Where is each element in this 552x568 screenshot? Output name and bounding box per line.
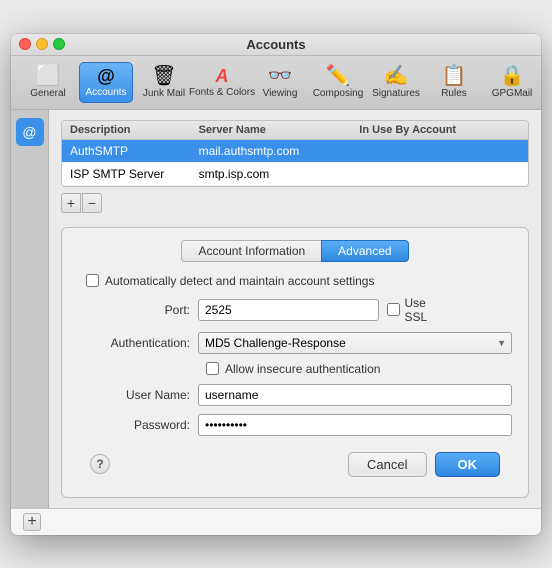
row-in-use bbox=[359, 144, 520, 158]
toolbar-item-rules[interactable]: 📋 Rules bbox=[427, 62, 481, 103]
col-in-use: In Use By Account bbox=[359, 124, 520, 136]
table-controls: + − bbox=[61, 193, 529, 213]
gpgmail-label: GPGMail bbox=[492, 88, 533, 99]
ok-button[interactable]: OK bbox=[435, 452, 501, 477]
titlebar: Accounts bbox=[11, 34, 541, 56]
table-header: Description Server Name In Use By Accoun… bbox=[62, 121, 528, 140]
minimize-button[interactable] bbox=[36, 38, 48, 50]
port-input[interactable] bbox=[198, 299, 379, 321]
toolbar-item-accounts[interactable]: @ Accounts bbox=[79, 62, 133, 103]
tab-advanced[interactable]: Advanced bbox=[321, 240, 408, 262]
add-bottom-button[interactable]: + bbox=[23, 513, 41, 531]
row-description: ISP SMTP Server bbox=[70, 167, 199, 181]
toolbar-item-signatures[interactable]: ✍️ Signatures bbox=[369, 62, 423, 103]
signatures-icon: ✍️ bbox=[384, 66, 409, 86]
bottom-bar: ? Cancel OK bbox=[78, 444, 512, 485]
traffic-lights bbox=[19, 38, 65, 50]
toolbar-item-junk-mail[interactable]: 🗑 Junk Mail bbox=[137, 62, 191, 103]
port-label: Port: bbox=[78, 303, 198, 317]
col-server-name: Server Name bbox=[199, 124, 360, 136]
tab-bar: Account Information Advanced bbox=[78, 240, 512, 262]
help-button[interactable]: ? bbox=[90, 454, 110, 474]
use-ssl-checkbox[interactable] bbox=[387, 303, 400, 316]
add-account-button[interactable]: + bbox=[61, 193, 81, 213]
row-in-use bbox=[359, 167, 520, 181]
rules-label: Rules bbox=[441, 88, 467, 99]
fonts-colors-label: Fonts & Colors bbox=[189, 87, 255, 98]
allow-insecure-row: Allow insecure authentication bbox=[78, 362, 512, 376]
general-icon: ⬜ bbox=[36, 66, 61, 86]
password-input[interactable] bbox=[198, 414, 512, 436]
remove-account-button[interactable]: − bbox=[82, 193, 102, 213]
toolbar-item-fonts-colors[interactable]: A Fonts & Colors bbox=[195, 63, 249, 102]
auto-detect-checkbox[interactable] bbox=[86, 274, 99, 287]
row-server: smtp.isp.com bbox=[199, 167, 360, 181]
username-label: User Name: bbox=[78, 388, 198, 402]
username-row: User Name: bbox=[78, 384, 512, 406]
viewing-label: Viewing bbox=[263, 88, 298, 99]
table-row[interactable]: ISP SMTP Server smtp.isp.com bbox=[62, 163, 528, 186]
accounts-table: Description Server Name In Use By Accoun… bbox=[61, 120, 529, 187]
table-body: AuthSMTP mail.authsmtp.com ISP SMTP Serv… bbox=[62, 140, 528, 186]
row-server: mail.authsmtp.com bbox=[199, 144, 360, 158]
accounts-label: Accounts bbox=[85, 87, 126, 98]
toolbar-item-viewing[interactable]: 👓 Viewing bbox=[253, 62, 307, 103]
table-row[interactable]: AuthSMTP mail.authsmtp.com bbox=[62, 140, 528, 163]
tab-account-information[interactable]: Account Information bbox=[181, 240, 321, 262]
gpgmail-icon: 🔒 bbox=[500, 66, 525, 86]
accounts-icon: @ bbox=[97, 67, 115, 85]
composing-label: Composing bbox=[313, 88, 364, 99]
action-buttons: Cancel OK bbox=[348, 452, 500, 477]
signatures-label: Signatures bbox=[372, 88, 420, 99]
password-label: Password: bbox=[78, 418, 198, 432]
maximize-button[interactable] bbox=[53, 38, 65, 50]
col-description: Description bbox=[70, 124, 199, 136]
row-description: AuthSMTP bbox=[70, 144, 199, 158]
toolbar-item-general[interactable]: ⬜ General bbox=[21, 62, 75, 103]
main-panel: Description Server Name In Use By Accoun… bbox=[49, 110, 541, 508]
rules-icon: 📋 bbox=[442, 66, 467, 86]
port-row: Port: Use SSL bbox=[78, 296, 512, 324]
viewing-icon: 👓 bbox=[268, 66, 293, 86]
auth-select[interactable]: None Password MD5 Challenge-Response NTL… bbox=[198, 332, 512, 354]
window-title: Accounts bbox=[246, 37, 305, 52]
username-input[interactable] bbox=[198, 384, 512, 406]
composing-icon: ✏️ bbox=[326, 66, 351, 86]
auto-detect-row: Automatically detect and maintain accoun… bbox=[78, 274, 512, 288]
port-control-group: Use SSL bbox=[198, 296, 439, 324]
auto-detect-label: Automatically detect and maintain accoun… bbox=[105, 274, 374, 288]
allow-insecure-checkbox[interactable] bbox=[206, 362, 219, 375]
auth-select-wrapper: None Password MD5 Challenge-Response NTL… bbox=[198, 332, 512, 354]
detail-panel: Account Information Advanced Automatical… bbox=[61, 227, 529, 498]
toolbar-item-composing[interactable]: ✏️ Composing bbox=[311, 62, 365, 103]
sidebar-account-icon[interactable]: @ bbox=[16, 118, 44, 146]
junk-mail-icon: 🗑 bbox=[151, 66, 176, 86]
cancel-button[interactable]: Cancel bbox=[348, 452, 426, 477]
general-label: General bbox=[30, 88, 66, 99]
allow-insecure-label: Allow insecure authentication bbox=[225, 362, 380, 376]
toolbar: ⬜ General @ Accounts 🗑 Junk Mail A Fonts… bbox=[11, 56, 541, 110]
use-ssl-label: Use SSL bbox=[404, 296, 439, 324]
toolbar-item-gpgmail[interactable]: 🔒 GPGMail bbox=[485, 62, 539, 103]
sidebar: @ bbox=[11, 110, 49, 508]
auth-label: Authentication: bbox=[78, 336, 198, 350]
close-button[interactable] bbox=[19, 38, 31, 50]
password-row: Password: bbox=[78, 414, 512, 436]
fonts-colors-icon: A bbox=[216, 67, 229, 85]
add-account-row: + bbox=[11, 508, 541, 535]
auth-row: Authentication: None Password MD5 Challe… bbox=[78, 332, 512, 354]
junk-mail-label: Junk Mail bbox=[143, 88, 185, 99]
